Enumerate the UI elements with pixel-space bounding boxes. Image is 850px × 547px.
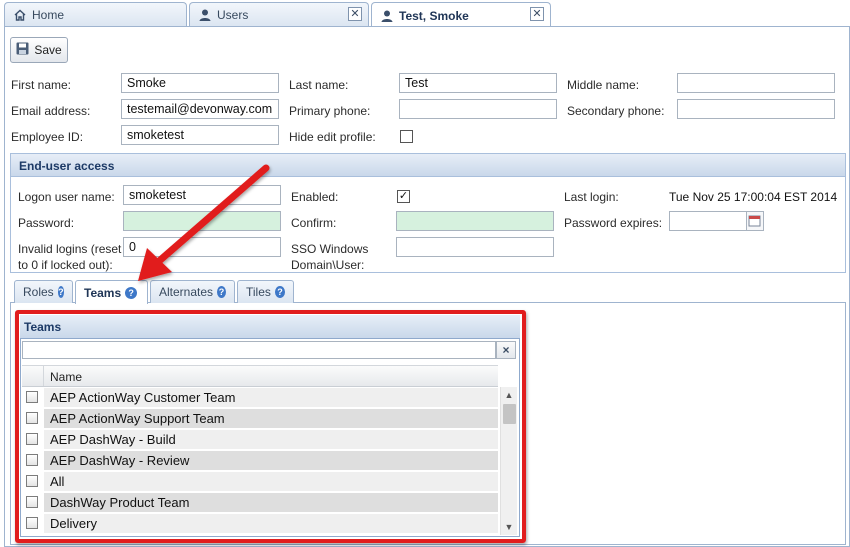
row-checkbox[interactable] bbox=[26, 475, 38, 487]
logon-user-name-field[interactable]: smoketest bbox=[123, 185, 281, 205]
last-name-label: Last name: bbox=[289, 78, 349, 92]
save-icon bbox=[16, 42, 29, 58]
select-column-header bbox=[22, 366, 44, 386]
row-background bbox=[44, 514, 498, 533]
scroll-thumb[interactable] bbox=[503, 404, 516, 424]
teams-filter-input[interactable] bbox=[22, 341, 496, 359]
hide-edit-profile-checkbox[interactable] bbox=[400, 130, 413, 143]
teams-panel-title: Teams bbox=[20, 315, 520, 339]
first-name-field[interactable]: Smoke bbox=[121, 73, 279, 93]
email-label: Email address: bbox=[11, 104, 91, 118]
password-expires-label: Password expires: bbox=[564, 216, 663, 230]
sso-label-line2: Domain\User: bbox=[291, 258, 365, 272]
tab-teams[interactable]: Teams ? bbox=[75, 280, 148, 304]
employee-id-field[interactable]: smoketest bbox=[121, 125, 279, 145]
table-row[interactable]: Delivery bbox=[22, 513, 498, 534]
table-row[interactable]: DashWay Product Team bbox=[22, 492, 498, 513]
team-name: Delivery bbox=[50, 516, 97, 531]
team-name: DashWay Product Team bbox=[50, 495, 190, 510]
tab-alternates-label: Alternates bbox=[159, 285, 214, 299]
team-name: AEP ActionWay Support Team bbox=[50, 411, 225, 426]
help-icon[interactable]: ? bbox=[217, 286, 226, 298]
row-checkbox[interactable] bbox=[26, 454, 38, 466]
row-checkbox[interactable] bbox=[26, 517, 38, 529]
teams-grid-header: Name bbox=[22, 365, 498, 387]
tab-tiles[interactable]: Tiles ? bbox=[237, 280, 294, 303]
password-expires-field[interactable] bbox=[669, 211, 747, 231]
help-icon[interactable]: ? bbox=[57, 286, 64, 298]
enabled-checkbox[interactable]: ✓ bbox=[397, 190, 410, 203]
sso-domain-user-field[interactable] bbox=[396, 237, 554, 257]
scroll-up-icon[interactable]: ▲ bbox=[501, 387, 517, 403]
secondary-phone-field[interactable] bbox=[677, 99, 835, 119]
tab-users-label: Users bbox=[217, 8, 249, 22]
table-row[interactable]: AEP DashWay - Build bbox=[22, 429, 498, 450]
table-row[interactable]: All bbox=[22, 471, 498, 492]
tab-teams-label: Teams bbox=[84, 285, 122, 300]
row-checkbox[interactable] bbox=[26, 391, 38, 403]
close-icon[interactable]: ✕ bbox=[530, 7, 544, 21]
primary-phone-field[interactable] bbox=[399, 99, 557, 119]
user-icon bbox=[198, 8, 212, 22]
row-background bbox=[44, 472, 498, 491]
tab-home[interactable]: Home bbox=[4, 2, 187, 27]
save-button-label: Save bbox=[34, 43, 62, 57]
team-name: AEP DashWay - Build bbox=[50, 432, 176, 447]
table-row[interactable]: AEP ActionWay Customer Team bbox=[22, 387, 498, 408]
secondary-phone-label: Secondary phone: bbox=[567, 104, 665, 118]
close-icon[interactable]: ✕ bbox=[348, 7, 362, 21]
last-login-label: Last login: bbox=[564, 190, 619, 204]
row-checkbox[interactable] bbox=[26, 496, 38, 508]
enabled-label: Enabled: bbox=[291, 190, 339, 204]
team-name: AEP DashWay - Review bbox=[50, 453, 190, 468]
logon-user-name-label: Logon user name: bbox=[18, 190, 115, 204]
tab-roles[interactable]: Roles ? bbox=[14, 280, 73, 303]
password-field[interactable] bbox=[123, 211, 281, 231]
tab-tiles-label: Tiles bbox=[246, 285, 271, 299]
invalid-logins-label-line2: to 0 if locked out): bbox=[18, 258, 113, 272]
invalid-logins-label-line1: Invalid logins (reset bbox=[18, 242, 122, 256]
row-checkbox[interactable] bbox=[26, 433, 38, 445]
last-login-value: Tue Nov 25 17:00:04 EST 2014 bbox=[669, 190, 838, 204]
help-icon[interactable]: ? bbox=[274, 286, 285, 298]
tab-test-smoke-label: Test, Smoke bbox=[399, 8, 469, 23]
sso-label-line1: SSO Windows bbox=[291, 242, 369, 256]
calendar-icon bbox=[747, 215, 762, 233]
hide-edit-profile-label: Hide edit profile: bbox=[289, 130, 376, 144]
confirm-password-field[interactable] bbox=[396, 211, 554, 231]
password-label: Password: bbox=[18, 216, 75, 230]
email-field[interactable]: testemail@devonway.com bbox=[121, 99, 279, 119]
confirm-label: Confirm: bbox=[291, 216, 337, 230]
tab-test-smoke[interactable]: Test, Smoke ✕ bbox=[371, 2, 551, 28]
help-icon[interactable]: ? bbox=[125, 286, 138, 299]
table-row[interactable]: AEP ActionWay Support Team bbox=[22, 408, 498, 429]
tab-alternates[interactable]: Alternates ? bbox=[150, 280, 235, 303]
calendar-button[interactable] bbox=[747, 211, 764, 231]
end-user-access-title: End-user access bbox=[10, 153, 846, 177]
table-row[interactable]: AEP DashWay - Review bbox=[22, 450, 498, 471]
row-checkbox[interactable] bbox=[26, 412, 38, 424]
teams-scrollbar[interactable]: ▲ ▼ bbox=[500, 387, 517, 535]
tab-users[interactable]: Users ✕ bbox=[189, 2, 369, 27]
tab-home-label: Home bbox=[32, 8, 65, 22]
save-button[interactable]: Save bbox=[10, 37, 68, 63]
last-name-field[interactable]: Test bbox=[399, 73, 557, 93]
name-column-header[interactable]: Name bbox=[50, 370, 82, 384]
team-name: All bbox=[50, 474, 65, 489]
tab-roles-label: Roles bbox=[23, 285, 54, 299]
invalid-logins-field[interactable]: 0 bbox=[123, 237, 281, 257]
first-name-label: First name: bbox=[11, 78, 72, 92]
middle-name-label: Middle name: bbox=[567, 78, 640, 92]
team-name: AEP ActionWay Customer Team bbox=[50, 390, 236, 405]
home-icon bbox=[13, 8, 27, 22]
clear-filter-button[interactable]: × bbox=[496, 341, 516, 359]
scroll-down-icon[interactable]: ▼ bbox=[501, 519, 517, 535]
user-icon bbox=[380, 9, 394, 23]
employee-id-label: Employee ID: bbox=[11, 130, 84, 144]
primary-phone-label: Primary phone: bbox=[289, 104, 371, 118]
middle-name-field[interactable] bbox=[677, 73, 835, 93]
